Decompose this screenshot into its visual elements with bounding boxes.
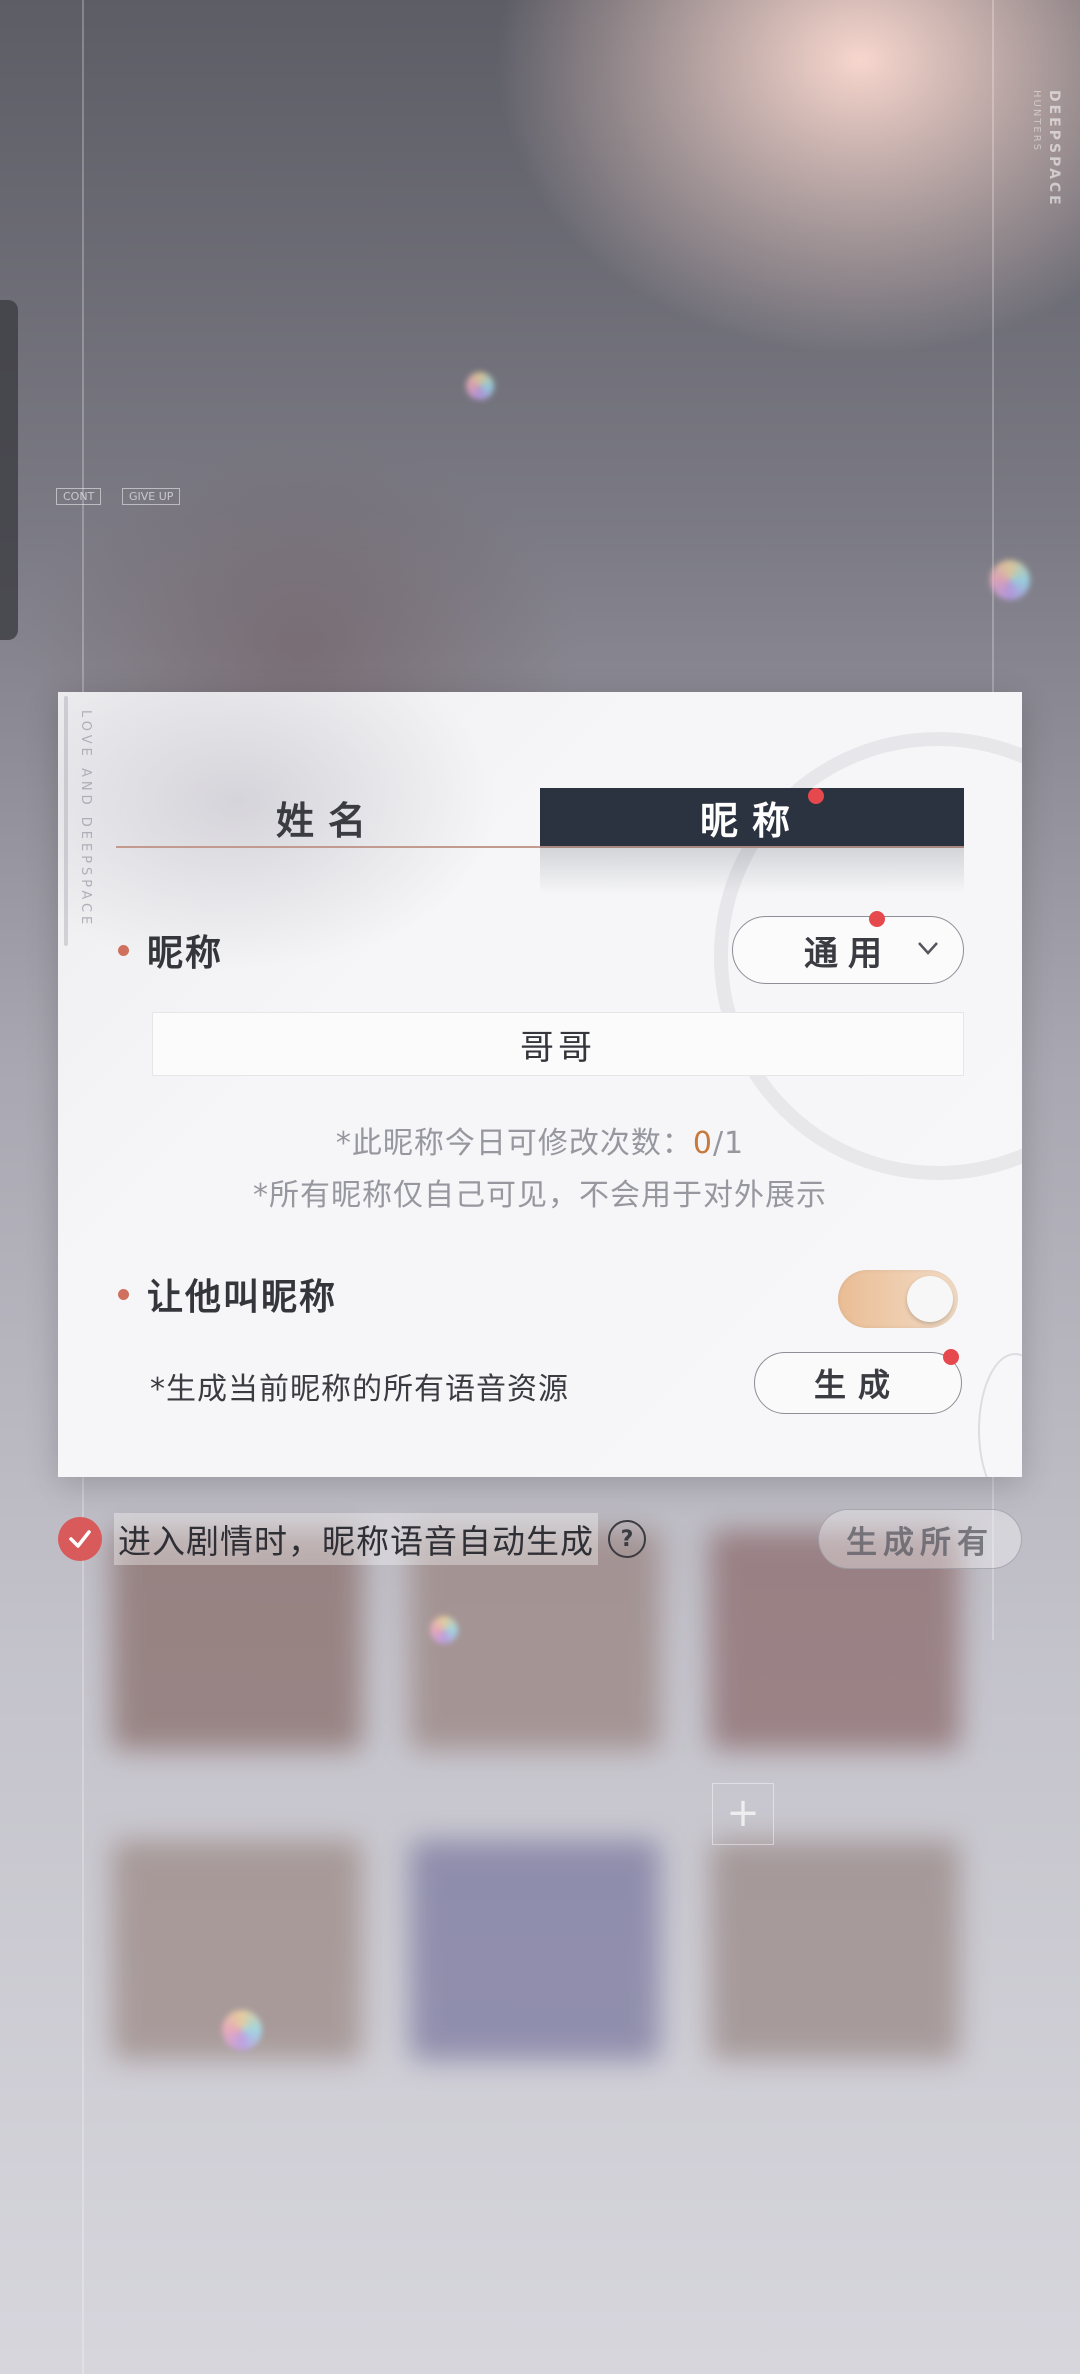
- tab-nickname[interactable]: 昵称: [540, 788, 964, 848]
- modify-count-total: /1: [712, 1126, 745, 1161]
- nickname-type-dropdown[interactable]: 通用: [732, 911, 964, 984]
- tab-nickname-label: 昵称: [699, 797, 804, 843]
- sparkle-decoration: [430, 1616, 458, 1644]
- notification-dot: [943, 1349, 959, 1365]
- chevron-down-icon: [915, 935, 941, 968]
- tab-bar: 姓名 昵称: [116, 788, 964, 848]
- nickname-input[interactable]: 哥哥: [152, 1012, 964, 1076]
- corner-arc-decoration: [978, 1353, 1022, 1477]
- modify-count-hint: *此昵称今日可修改次数：0/1: [58, 1118, 1022, 1162]
- help-icon[interactable]: ?: [608, 1520, 646, 1558]
- tab-name-label: 姓名: [275, 797, 380, 843]
- generate-button[interactable]: 生成: [754, 1349, 962, 1414]
- auto-generate-label: 进入剧情时，昵称语音自动生成: [114, 1513, 598, 1565]
- nickname-dialog: LOVE AND DEEPSPACE 姓名 昵称 昵称 通用 哥哥 *此昵称今日…: [58, 692, 1022, 1477]
- call-nickname-label: 让他叫昵称: [147, 1276, 338, 1318]
- background-chip: CONT: [56, 488, 102, 505]
- background-chip: GIVE UP: [122, 488, 181, 505]
- brand-sub-text: HUNTERS: [1031, 90, 1042, 153]
- modify-count-prefix: *此昵称今日可修改次数：: [335, 1126, 693, 1161]
- background-card: [710, 1840, 960, 2060]
- call-nickname-toggle[interactable]: [838, 1270, 958, 1328]
- tab-name[interactable]: 姓名: [116, 788, 540, 848]
- auto-generate-row: 进入剧情时，昵称语音自动生成 ?: [58, 1513, 646, 1565]
- background-card: [410, 1840, 660, 2060]
- brand-logo-text: DEEPSPACE: [1046, 90, 1062, 208]
- dropdown-value: 通用: [804, 933, 892, 974]
- toggle-knob: [907, 1276, 953, 1322]
- sparkle-decoration: [466, 372, 494, 400]
- dialog-side-bar: [64, 696, 68, 946]
- bullet-icon: [118, 1288, 129, 1300]
- background-side-tab: [0, 300, 18, 640]
- notification-dot: [808, 788, 824, 804]
- generate-voice-description: *生成当前昵称的所有语音资源: [150, 1372, 569, 1407]
- sparkle-decoration: [222, 2010, 262, 2050]
- visibility-hint: *所有昵称仅自己可见，不会用于对外展示: [253, 1178, 827, 1213]
- nickname-section-title: 昵称: [118, 924, 223, 976]
- generate-all-button[interactable]: 生成所有: [818, 1509, 1022, 1569]
- notification-dot: [869, 911, 885, 927]
- auto-generate-checkbox[interactable]: [58, 1517, 102, 1561]
- checkmark-icon: [69, 1530, 91, 1548]
- bullet-icon: [118, 944, 129, 956]
- generate-button-label: 生成: [813, 1366, 902, 1404]
- nickname-section-label: 昵称: [147, 932, 224, 974]
- tab-active-shadow: [540, 846, 964, 894]
- dialog-side-text: LOVE AND DEEPSPACE: [78, 710, 93, 929]
- modify-count-used: 0: [692, 1126, 713, 1161]
- background-plus-icon: +: [712, 1783, 774, 1845]
- sparkle-decoration: [990, 560, 1030, 600]
- call-nickname-section-title: 让他叫昵称: [118, 1268, 337, 1320]
